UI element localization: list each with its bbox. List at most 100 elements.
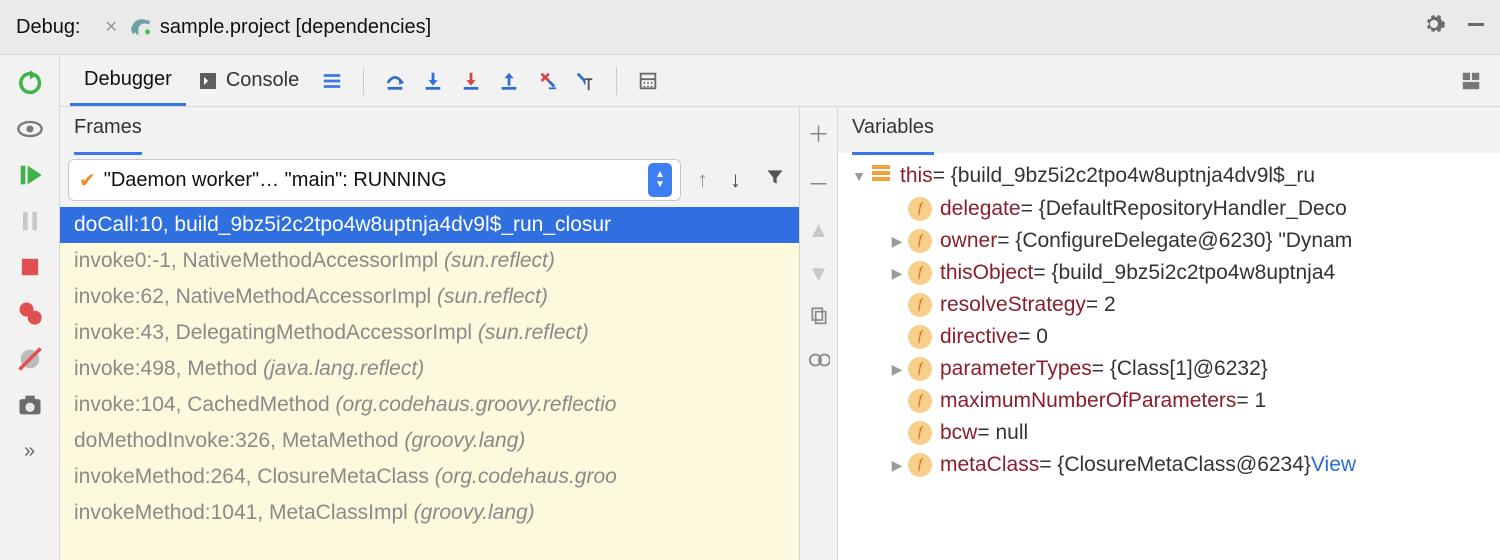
drop-frame-icon[interactable] [530,64,564,98]
rerun-icon[interactable] [16,69,44,97]
variable-name: maximumNumberOfParameters [940,389,1236,413]
field-badge-icon: f [908,229,932,253]
layout-settings-icon[interactable] [1454,64,1488,98]
move-up-icon[interactable]: ▲ [808,217,830,243]
variable-value: = 1 [1236,389,1266,413]
add-watch-icon[interactable]: ＋ [807,117,829,149]
variable-row[interactable]: ▶fdelegate = {DefaultRepositoryHandler_D… [842,193,1496,225]
run-to-cursor-icon[interactable] [568,64,602,98]
step-into-icon[interactable] [416,64,450,98]
chevron-right-icon[interactable]: ▶ [886,457,908,474]
debug-toolbar: Debugger Console [60,55,1500,107]
thread-list-icon[interactable] [315,64,349,98]
frame-item[interactable]: invoke:62, NativeMethodAccessorImpl (sun… [60,279,799,315]
thread-selector-text: "Daemon worker"… "main": RUNNING [104,169,648,192]
view-link[interactable]: View [1311,453,1356,477]
show-execution-point-icon[interactable] [16,115,44,143]
checkmark-icon: ✔ [79,168,96,193]
variable-row[interactable]: ▶f parameterTypes = {Class[1]@6232} [842,353,1496,385]
filter-icon[interactable] [757,167,793,193]
frame-item[interactable]: doMethodInvoke:326, MetaMethod (groovy.l… [60,423,799,459]
this-icon [870,163,892,189]
remove-watch-icon[interactable]: － [807,167,829,199]
stop-icon[interactable] [16,253,44,281]
field-badge-icon: f [908,261,932,285]
mute-breakpoints-icon[interactable] [16,345,44,373]
variable-row[interactable]: ▶fmetaClass = {ClosureMetaClass@6234} Vi… [842,449,1496,481]
variable-row[interactable]: ▼ this = {build_9bz5i2c2tpo4w8uptnja4dv9l… [842,159,1496,193]
camera-icon[interactable] [16,391,44,419]
chevron-right-icon[interactable]: ▶ [886,361,908,378]
variables-header[interactable]: Variables [838,107,1500,153]
variable-row[interactable]: ▶fbcw = null [842,417,1496,449]
frame-item[interactable]: invoke:498, Method (java.lang.reflect) [60,351,799,387]
variable-row[interactable]: ▶fmaximumNumberOfParameters = 1 [842,385,1496,417]
step-over-icon[interactable] [378,64,412,98]
variable-name: bcw [940,421,977,445]
gradle-elephant-icon [128,14,154,40]
chevron-right-icon[interactable]: ▶ [886,233,908,250]
variable-name: parameterTypes [940,357,1092,381]
variable-row[interactable]: ▶f thisObject = {build_9bz5i2c2tpo4w8uptn… [842,257,1496,289]
field-badge-icon: f [908,421,932,445]
console-play-icon [200,73,216,89]
debug-action-strip: » [0,55,60,560]
tab-debugger[interactable]: Debugger [70,55,186,106]
frame-item[interactable]: invokeMethod:1041, MetaClassImpl (groovy… [60,495,799,531]
frames-pane: Frames ✔ "Daemon worker"… "main": RUNNIN… [60,107,800,560]
variable-value: = {ConfigureDelegate@6230} "Dynam [997,229,1352,253]
variable-value: = null [977,421,1028,445]
variable-value: = {build_9bz5i2c2tpo4w8uptnja4dv9l$_ru [933,164,1315,188]
thread-stepper-icon[interactable]: ▲▼ [648,163,672,197]
close-tab-icon[interactable]: ✕ [105,17,118,37]
variable-value: = 0 [1018,325,1048,349]
variable-name: delegate [940,197,1021,221]
field-badge-icon: f [908,325,932,349]
variable-name: thisObject [940,261,1033,285]
minimize-icon[interactable] [1464,12,1488,42]
variable-row[interactable]: ▶fdirective = 0 [842,321,1496,353]
tab-console[interactable]: Console [186,55,313,106]
variable-value: = {Class[1]@6232} [1092,357,1268,381]
variables-tree[interactable]: ▼ this = {build_9bz5i2c2tpo4w8uptnja4dv9l… [838,153,1500,560]
show-watches-icon[interactable] [808,349,830,377]
variable-row[interactable]: ▶fowner = {ConfigureDelegate@6230} "Dyna… [842,225,1496,257]
variables-pane: Variables ▼ this = {build_9bz5i2c2tpo4w8u… [838,107,1500,560]
frame-item[interactable]: invoke:104, CachedMethod (org.codehaus.g… [60,387,799,423]
field-badge-icon: f [908,357,932,381]
field-badge-icon: f [908,197,932,221]
debug-label: Debug: [16,16,81,39]
variable-name: metaClass [940,453,1039,477]
force-step-into-icon[interactable] [454,64,488,98]
chevron-right-icon[interactable]: ▶ [886,265,908,282]
variable-value: = {build_9bz5i2c2tpo4w8uptnja4 [1033,261,1335,285]
move-down-icon[interactable]: ▼ [808,261,830,287]
frame-item[interactable]: invoke:43, DelegatingMethodAccessorImpl … [60,315,799,351]
step-out-icon[interactable] [492,64,526,98]
evaluate-expression-icon[interactable] [631,64,665,98]
variable-name: resolveStrategy [940,293,1086,317]
frame-item[interactable]: invoke0:-1, NativeMethodAccessorImpl (su… [60,243,799,279]
variable-name: owner [940,229,997,253]
frames-header[interactable]: Frames [60,107,799,153]
titlebar: Debug: ✕ sample.project [dependencies] [0,0,1500,54]
frames-list[interactable]: doCall:10, build_9bz5i2c2tpo4w8uptnja4dv… [60,207,799,560]
variable-value: = {ClosureMetaClass@6234} [1039,453,1311,477]
variable-row[interactable]: ▶fresolveStrategy = 2 [842,289,1496,321]
gear-icon[interactable] [1422,12,1446,42]
variable-value: = 2 [1086,293,1116,317]
variable-name: this [900,164,933,188]
thread-selector[interactable]: ✔ "Daemon worker"… "main": RUNNING ▲▼ [68,159,681,201]
view-breakpoints-icon[interactable] [16,299,44,327]
more-icon[interactable]: » [16,437,44,465]
frame-item[interactable]: invokeMethod:264, ClosureMetaClass (org.… [60,459,799,495]
chevron-down-icon[interactable]: ▼ [848,168,870,184]
prev-frame-icon: ↑ [691,167,714,193]
field-badge-icon: f [908,293,932,317]
resume-icon[interactable] [16,161,44,189]
next-frame-icon[interactable]: ↓ [724,167,747,193]
duplicate-watch-icon[interactable] [809,305,829,331]
frame-item[interactable]: doCall:10, build_9bz5i2c2tpo4w8uptnja4dv… [60,207,799,243]
pause-icon[interactable] [16,207,44,235]
variable-name: directive [940,325,1018,349]
